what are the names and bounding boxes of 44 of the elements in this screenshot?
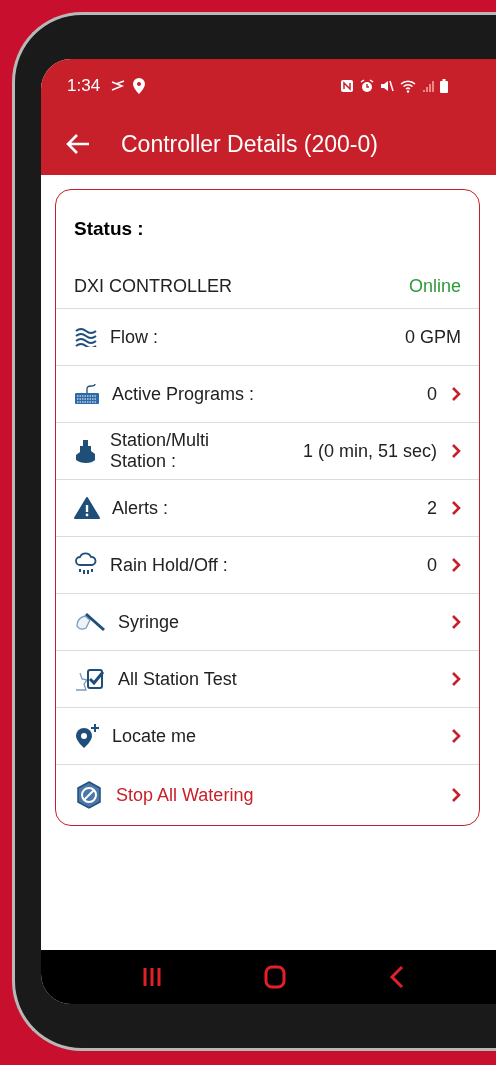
home-icon[interactable] — [264, 965, 287, 989]
status-row[interactable]: Station/Multi Station : 1 (0 min, 51 sec) — [56, 423, 479, 480]
back-icon[interactable] — [388, 965, 405, 989]
status-row[interactable]: All Station Test — [56, 651, 479, 708]
row-value: 1 (0 min, 51 sec) — [301, 440, 437, 462]
wifi-icon — [400, 79, 416, 93]
location-icon — [132, 77, 147, 95]
battery-icon — [440, 79, 448, 93]
row-label: All Station Test — [118, 668, 238, 690]
status-row[interactable]: Stop All Watering — [56, 765, 479, 825]
status-time: 1:34 — [67, 76, 101, 96]
status-row[interactable]: Syringe — [56, 594, 479, 651]
status-heading: Status : — [73, 217, 145, 241]
row-label: Station/Multi Station : — [110, 430, 211, 472]
row-value: 0 GPM — [404, 326, 461, 348]
keyboard-icon — [74, 383, 100, 405]
warning-icon — [74, 497, 100, 519]
status-row[interactable]: Locate me — [56, 708, 479, 765]
status-row[interactable]: Active Programs : 0 — [56, 366, 479, 423]
stop-hexagon-icon — [74, 780, 104, 810]
row-value: 2 — [426, 497, 437, 519]
clipboard-check-icon — [74, 666, 106, 692]
alarm-icon — [360, 79, 374, 93]
row-label: Rain Hold/Off : — [110, 554, 229, 576]
status-row[interactable]: Rain Hold/Off : 0 — [56, 537, 479, 594]
row-label: Locate me — [112, 725, 198, 747]
waves-icon — [74, 327, 98, 347]
status-row[interactable]: Alerts : 2 — [56, 480, 479, 537]
row-label: Syringe — [118, 611, 181, 633]
row-value: 0 — [426, 554, 437, 576]
screen-title: Controller Details (200-0) — [121, 130, 378, 158]
row-label: Alerts : — [112, 497, 169, 519]
mute-icon — [380, 79, 394, 93]
recent-apps-icon[interactable] — [142, 966, 163, 988]
online-status: Online — [408, 275, 461, 297]
row-label: Flow : — [110, 326, 159, 348]
location-pin-plus-icon — [74, 723, 100, 749]
signal-icon — [422, 79, 434, 93]
sprinkler-icon — [74, 438, 98, 464]
row-label: Stop All Watering — [116, 784, 255, 806]
row-label: Active Programs : — [112, 383, 256, 405]
row-value: 0 — [426, 383, 437, 405]
controller-name: DXI CONTROLLER — [74, 275, 234, 297]
nfc-icon — [340, 79, 354, 93]
